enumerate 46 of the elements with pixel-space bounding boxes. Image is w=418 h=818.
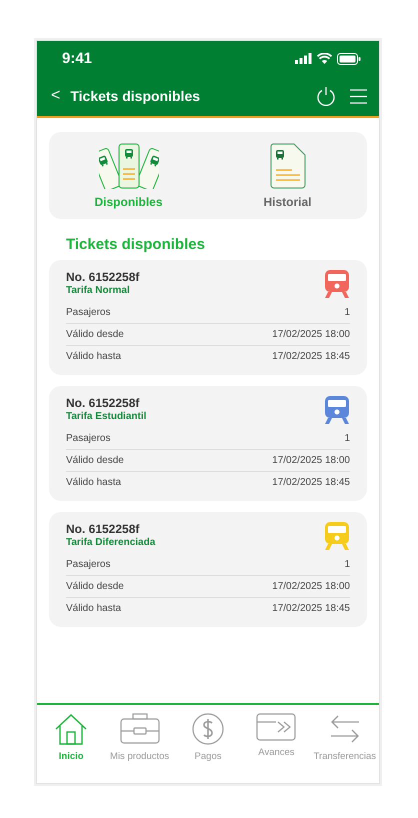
field-label: Válido desde bbox=[66, 455, 124, 466]
wifi-icon bbox=[317, 53, 332, 64]
fare-label: Tarifa Estudiantil bbox=[66, 411, 146, 422]
field-label: Pasajeros bbox=[66, 559, 110, 570]
field-value: 17/02/2025 18:45 bbox=[272, 351, 350, 362]
signal-icon bbox=[295, 53, 312, 64]
card-icon[interactable] bbox=[256, 713, 296, 741]
power-icon[interactable] bbox=[316, 86, 336, 106]
menu-icon[interactable] bbox=[350, 88, 367, 104]
field-value: 1 bbox=[344, 559, 350, 570]
field-value: 17/02/2025 18:45 bbox=[272, 477, 350, 488]
briefcase-icon[interactable] bbox=[120, 713, 160, 745]
fare-label: Tarifa Normal bbox=[66, 285, 131, 296]
transfer-icon[interactable] bbox=[328, 713, 361, 745]
page-title: Tickets disponibles bbox=[70, 88, 202, 104]
field-label: Válido hasta bbox=[66, 351, 122, 362]
ticket-number: No. 6152258f bbox=[66, 396, 140, 410]
field-value: 1 bbox=[344, 307, 350, 318]
tickets-icon bbox=[98, 142, 158, 188]
field-label: Válido hasta bbox=[66, 477, 122, 488]
nav-item[interactable]: Mis productos bbox=[105, 713, 174, 783]
dollar-icon[interactable] bbox=[192, 713, 224, 745]
field-value: 17/02/2025 18:00 bbox=[272, 455, 350, 466]
document-icon bbox=[270, 142, 306, 188]
field-label: Válido hasta bbox=[66, 603, 122, 614]
field-label: Válido desde bbox=[66, 329, 124, 340]
ticket-number: No. 6152258f bbox=[66, 270, 140, 284]
nav-item[interactable]: Pagos bbox=[174, 713, 242, 783]
tab[interactable]: Disponibles bbox=[49, 132, 208, 219]
section-title: Tickets disponibles bbox=[66, 236, 206, 253]
field-value: 17/02/2025 18:45 bbox=[272, 603, 350, 614]
field-label: Pasajeros bbox=[66, 307, 110, 318]
fare-label: Tarifa Diferenciada bbox=[66, 537, 156, 548]
ticket-number: No. 6152258f bbox=[66, 522, 140, 536]
field-label: Válido desde bbox=[66, 581, 124, 592]
nav-item[interactable]: Inicio bbox=[37, 713, 106, 783]
nav-item[interactable]: Avances bbox=[242, 713, 311, 783]
field-label: Pasajeros bbox=[66, 433, 110, 444]
field-value: 1 bbox=[344, 433, 350, 444]
battery-icon bbox=[337, 52, 361, 64]
tab[interactable]: Historial bbox=[208, 132, 367, 219]
field-value: 17/02/2025 18:00 bbox=[272, 329, 350, 340]
back-button[interactable]: < bbox=[51, 87, 60, 105]
field-value: 17/02/2025 18:00 bbox=[272, 581, 350, 592]
nav-item[interactable]: Transferencias bbox=[310, 713, 379, 783]
status-time: 9:41 bbox=[62, 50, 92, 67]
